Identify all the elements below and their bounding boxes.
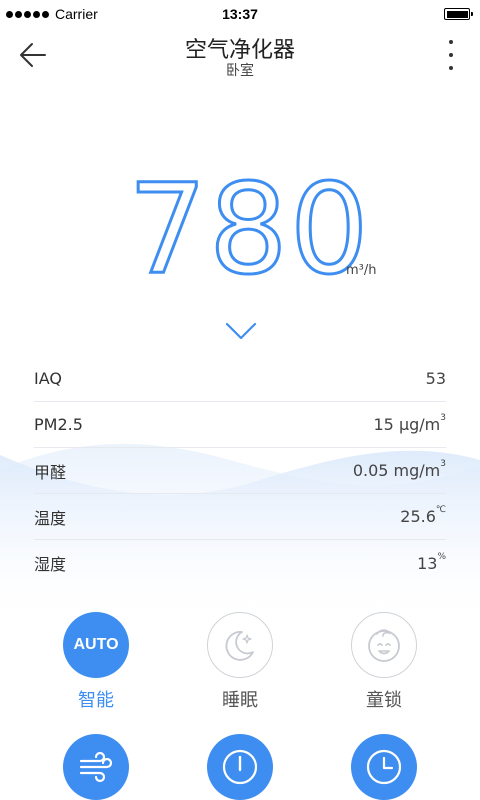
moon-stars-icon (225, 631, 254, 661)
metric-label: IAQ (34, 369, 62, 388)
auto-mode-button[interactable]: AUTO (63, 612, 129, 678)
page-subtitle: 卧室 (226, 63, 254, 79)
metric-label: 甲醛 (34, 462, 67, 482)
wind-speed-control[interactable] (46, 734, 146, 800)
metric-value: 13% (417, 551, 446, 573)
child-lock-control[interactable]: 童锁 (334, 612, 434, 712)
auto-mode-label: 智能 (78, 690, 114, 711)
metric-row-pm25: PM2.5 15 μg/m3 (34, 402, 446, 448)
auto-mode-control[interactable]: AUTO 智能 (46, 612, 146, 712)
power-control[interactable] (190, 734, 290, 800)
metric-row-temperature: 温度 25.6℃ (34, 494, 446, 540)
metric-row-iaq: IAQ 53 (34, 356, 446, 402)
metric-label: PM2.5 (34, 415, 83, 434)
metric-label: 湿度 (34, 555, 67, 574)
metrics-list: IAQ 53 PM2.5 15 μg/m3 甲醛 0.05 mg/m3 温度 2… (34, 356, 446, 586)
status-bar: Carrier 13:37 (0, 0, 480, 28)
metric-value: 0.05 mg/m3 (352, 459, 446, 480)
child-lock-button[interactable] (351, 612, 417, 678)
status-time: 13:37 (222, 6, 258, 22)
power-icon (222, 749, 258, 785)
metric-row-humidity: 湿度 13% (34, 540, 446, 586)
nav-bar: 空气净化器 卧室 (0, 28, 480, 84)
airflow-display: 780 m³/h (0, 158, 480, 302)
wind-speed-button[interactable] (63, 734, 129, 800)
sleep-mode-label: 睡眠 (222, 690, 258, 711)
baby-face-icon (368, 629, 400, 662)
metric-row-formaldehyde: 甲醛 0.05 mg/m3 (34, 448, 446, 494)
more-options-button[interactable] (446, 40, 456, 70)
sleep-mode-button[interactable] (207, 612, 273, 678)
timer-button[interactable] (351, 734, 417, 800)
timer-control[interactable] (334, 734, 434, 800)
sleep-mode-control[interactable]: 睡眠 (190, 612, 290, 712)
metric-label: 温度 (34, 508, 67, 528)
auto-icon-text: AUTO (73, 636, 119, 653)
more-vertical-icon (449, 40, 453, 44)
child-lock-label: 童锁 (366, 690, 402, 711)
power-button[interactable] (207, 734, 273, 800)
metric-value: 15 μg/m3 (373, 413, 447, 434)
metric-value: 25.6℃ (400, 505, 446, 526)
clock-icon (366, 749, 402, 785)
expand-button[interactable] (224, 318, 258, 344)
chevron-down-icon (225, 322, 257, 340)
airflow-value: 780 (127, 158, 371, 302)
metric-value: 53 (425, 369, 446, 388)
battery-icon (444, 8, 473, 20)
wind-icon (79, 751, 113, 783)
airflow-unit: m³/h (346, 263, 377, 278)
